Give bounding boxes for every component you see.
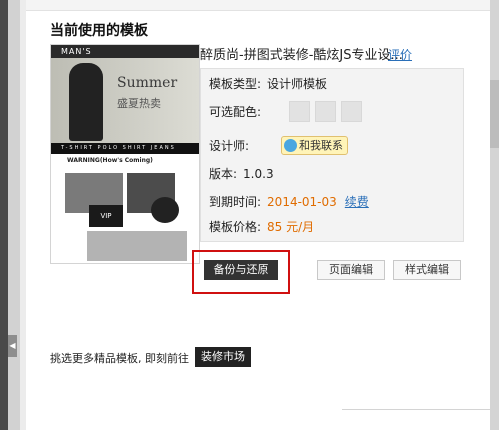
divider <box>342 409 490 410</box>
chat-icon <box>284 139 297 152</box>
template-info-box: 模板类型: 设计师模板 可选配色: 设计师: 和我联系 版本: 1.0.3 到期时间… <box>200 68 464 242</box>
decoration-market-button[interactable]: 装修市场 <box>195 347 251 367</box>
left-sidebar-edge <box>8 0 20 430</box>
contact-designer-button[interactable]: 和我联系 <box>281 136 348 155</box>
review-link[interactable]: 评价 <box>388 46 412 63</box>
color-swatch-3[interactable] <box>341 101 362 122</box>
expiry-row: 到期时间: 2014-01-03 续费 <box>209 193 369 210</box>
designer-label: 设计师: <box>209 139 250 153</box>
color-swatch-2[interactable] <box>315 101 336 122</box>
preview-vip: VIP <box>89 205 123 227</box>
left-dark-strip <box>0 0 8 430</box>
preview-model <box>69 63 103 141</box>
preview-menubar: T-SHIRT POLO SHIRT JEANS PANTS SHORT ALL <box>51 143 199 162</box>
type-label: 模板类型: <box>209 77 262 91</box>
price-value: 85 元/月 <box>267 220 315 234</box>
preview-logo: MAN'S <box>61 47 92 56</box>
collapse-arrow-icon[interactable]: ◀ <box>8 335 17 357</box>
type-value: 设计师模板 <box>267 77 328 91</box>
price-row: 模板价格: 85 元/月 <box>209 218 314 235</box>
preview-badge <box>151 197 179 223</box>
color-swatch-1[interactable] <box>289 101 310 122</box>
template-title: 醉质尚-拼图式装修-酷炫JS专业设... <box>200 48 403 63</box>
page-edit-button[interactable]: 页面编辑 <box>317 260 385 280</box>
scrollbar-thumb[interactable] <box>490 80 499 148</box>
preview-warning: WARNING(How's Coming) <box>67 157 153 164</box>
expiry-label: 到期时间: <box>209 195 262 209</box>
renew-link[interactable]: 续费 <box>345 195 369 209</box>
type-row: 模板类型: 设计师模板 <box>209 75 327 92</box>
version-label: 版本: <box>209 167 238 181</box>
colors-label: 可选配色: <box>209 105 262 119</box>
backup-restore-button[interactable]: 备份与还原 <box>204 260 278 280</box>
style-edit-button[interactable]: 样式编辑 <box>393 260 461 280</box>
version-row: 版本: 1.0.3 <box>209 165 274 182</box>
template-preview-image[interactable]: MAN'S Summer 盛夏热卖 T-SHIRT POLO SHIRT JEA… <box>50 44 200 264</box>
preview-photo-3 <box>87 231 187 261</box>
expiry-value: 2014-01-03 <box>267 195 337 209</box>
contact-label: 和我联系 <box>299 139 343 152</box>
preview-nav: MAN'S <box>51 45 199 58</box>
section-title: 当前使用的模板 <box>50 23 148 39</box>
price-label: 模板价格: <box>209 220 262 234</box>
template-panel: 当前使用的模板 MAN'S Summer 盛夏热卖 T-SHIRT POLO S… <box>26 0 490 430</box>
vertical-scrollbar[interactable] <box>490 0 499 430</box>
footer-text: 挑选更多精品模板, 即刻前往 <box>50 352 189 365</box>
version-value: 1.0.3 <box>243 167 274 181</box>
preview-hero-cn: 盛夏热卖 <box>117 97 161 110</box>
preview-hero-en: Summer <box>117 75 178 91</box>
top-strip <box>26 0 490 11</box>
